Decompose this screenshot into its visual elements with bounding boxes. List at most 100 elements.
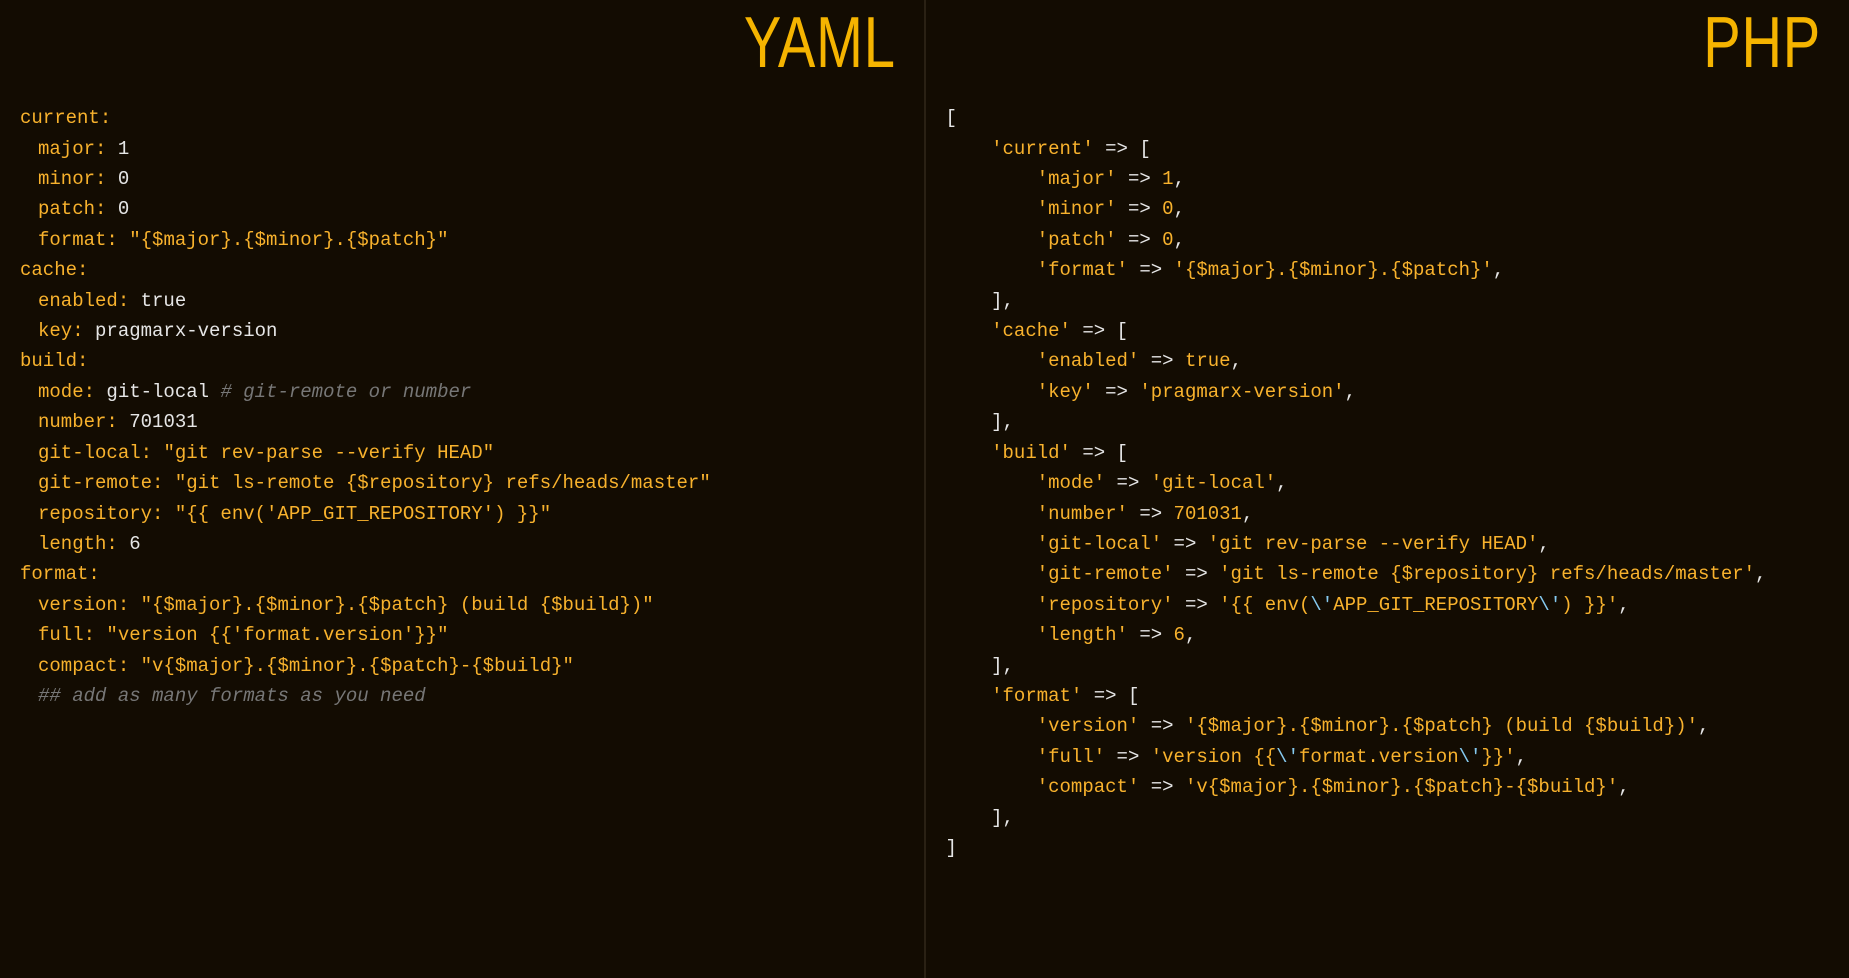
- token: [: [946, 107, 957, 129]
- token: length:: [38, 533, 118, 555]
- token: [129, 655, 140, 677]
- token: =>: [1094, 138, 1140, 160]
- token: 'key': [1037, 381, 1094, 403]
- token: 'repository': [1037, 594, 1174, 616]
- token: [152, 442, 163, 464]
- code-line: ],: [946, 651, 1830, 681]
- token: 'enabled': [1037, 350, 1140, 372]
- token: '{{ env(: [1219, 594, 1310, 616]
- token: [946, 624, 1037, 646]
- token: [: [1139, 138, 1150, 160]
- code-line: 'format' => '{$major}.{$minor}.{$patch}'…: [946, 255, 1830, 285]
- code-line: compact: "v{$major}.{$minor}.{$patch}-{$…: [20, 651, 904, 681]
- code-line: key: pragmarx-version: [20, 316, 904, 346]
- token: 'version': [1037, 715, 1140, 737]
- token: enabled:: [38, 290, 129, 312]
- token: ]: [946, 837, 957, 859]
- code-line: length: 6: [20, 529, 904, 559]
- token: ,: [1538, 533, 1549, 555]
- code-line: enabled: true: [20, 286, 904, 316]
- token: "v{$major}.{$minor}.{$patch}-{$build}": [141, 655, 574, 677]
- token: 'build': [991, 442, 1071, 464]
- token: '{$major}.{$minor}.{$patch} (build {$bui…: [1185, 715, 1698, 737]
- token: [946, 442, 992, 464]
- token: 'major': [1037, 168, 1117, 190]
- code-line: 'version' => '{$major}.{$minor}.{$patch}…: [946, 711, 1830, 741]
- token: 'git rev-parse --verify HEAD': [1208, 533, 1539, 555]
- token: [946, 198, 1037, 220]
- code-line: 'key' => 'pragmarx-version',: [946, 377, 1830, 407]
- token: 'format': [991, 685, 1082, 707]
- token: =>: [1071, 320, 1117, 342]
- token: 'v{$major}.{$minor}.{$patch}-{$build}': [1185, 776, 1618, 798]
- token: 0: [118, 168, 129, 190]
- token: 1: [1162, 168, 1173, 190]
- token: true: [141, 290, 187, 312]
- token: build:: [20, 350, 88, 372]
- token: [118, 533, 129, 555]
- code-line: current:: [20, 103, 904, 133]
- token: 6: [129, 533, 140, 555]
- token: major:: [38, 138, 106, 160]
- token: ,: [1698, 715, 1709, 737]
- code-line: 'major' => 1,: [946, 164, 1830, 194]
- token: [946, 715, 1037, 737]
- token: "{$major}.{$minor}.{$patch} (build {$bui…: [141, 594, 654, 616]
- code-line: major: 1: [20, 134, 904, 164]
- token: [946, 168, 1037, 190]
- token: [: [1117, 320, 1128, 342]
- code-line: 'cache' => [: [946, 316, 1830, 346]
- code-line: 'minor' => 0,: [946, 194, 1830, 224]
- token: [946, 472, 1037, 494]
- token: =>: [1117, 168, 1163, 190]
- token: =>: [1082, 685, 1128, 707]
- code-line: [: [946, 103, 1830, 133]
- code-line: 'patch' => 0,: [946, 225, 1830, 255]
- token: 'minor': [1037, 198, 1117, 220]
- token: 701031: [1174, 503, 1242, 525]
- token: =>: [1139, 715, 1185, 737]
- token: [946, 381, 1037, 403]
- code-line: cache:: [20, 255, 904, 285]
- token: =>: [1094, 381, 1140, 403]
- code-line: number: 701031: [20, 407, 904, 437]
- token: "git rev-parse --verify HEAD": [163, 442, 494, 464]
- token: '{$major}.{$minor}.{$patch}': [1174, 259, 1493, 281]
- token: ,: [1174, 198, 1185, 220]
- token: # git-remote or number: [220, 381, 471, 403]
- token: full:: [38, 624, 95, 646]
- token: ,: [1493, 259, 1504, 281]
- token: [: [1117, 442, 1128, 464]
- token: [163, 503, 174, 525]
- token: 'patch': [1037, 229, 1117, 251]
- token: "{{ env('APP_GIT_REPOSITORY') }}": [175, 503, 551, 525]
- token: [129, 594, 140, 616]
- token: cache:: [20, 259, 88, 281]
- token: [106, 138, 117, 160]
- token: =>: [1117, 229, 1163, 251]
- token: [946, 563, 1037, 585]
- token: 0: [118, 198, 129, 220]
- token: \': [1538, 594, 1561, 616]
- token: [106, 198, 117, 220]
- token: 'git-remote': [1037, 563, 1174, 585]
- token: ,: [1174, 168, 1185, 190]
- code-comparison: YAML current:major: 1minor: 0patch: 0for…: [0, 0, 1849, 978]
- token: ],: [946, 411, 1014, 433]
- code-line: version: "{$major}.{$minor}.{$patch} (bu…: [20, 590, 904, 620]
- token: [84, 320, 95, 342]
- token: [118, 229, 129, 251]
- token: =>: [1139, 350, 1185, 372]
- token: format.version: [1299, 746, 1459, 768]
- code-line: 'compact' => 'v{$major}.{$minor}.{$patch…: [946, 772, 1830, 802]
- token: [: [1128, 685, 1139, 707]
- token: 'compact': [1037, 776, 1140, 798]
- token: =>: [1105, 472, 1151, 494]
- token: 701031: [129, 411, 197, 433]
- token: minor:: [38, 168, 106, 190]
- token: 0: [1162, 229, 1173, 251]
- token: ,: [1618, 594, 1629, 616]
- token: number:: [38, 411, 118, 433]
- token: 0: [1162, 198, 1173, 220]
- token: =>: [1128, 259, 1174, 281]
